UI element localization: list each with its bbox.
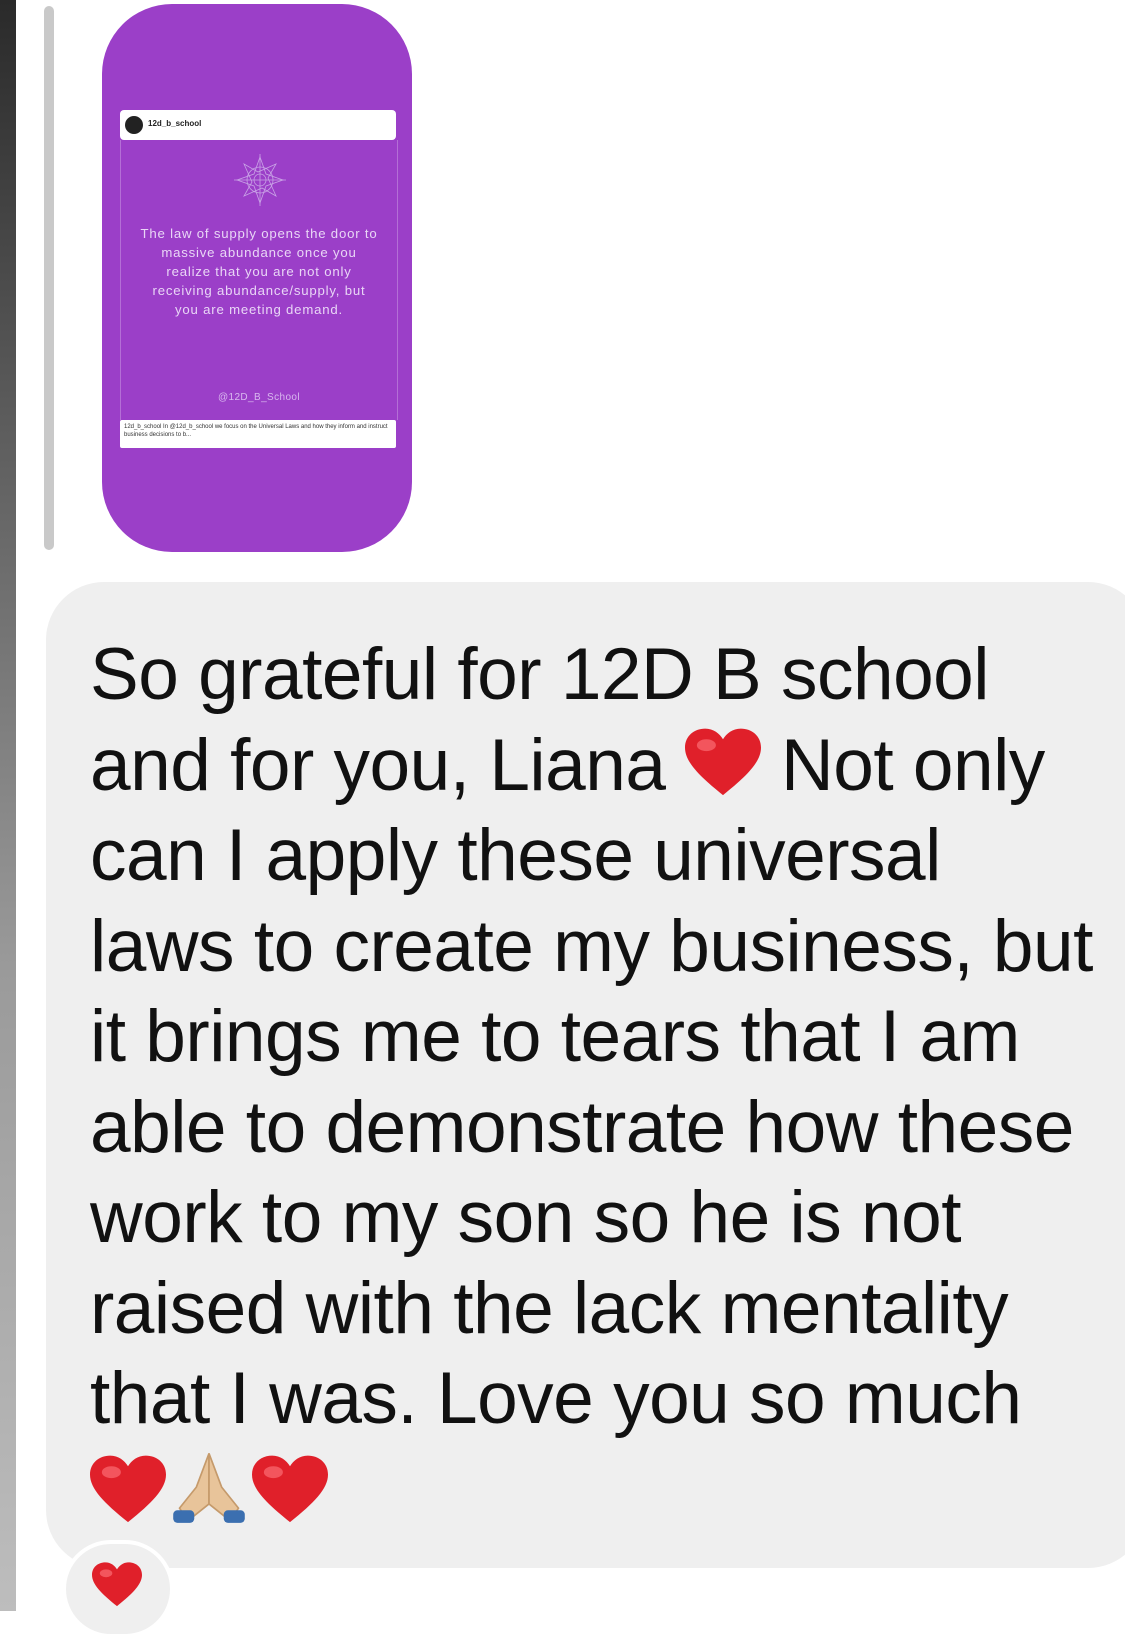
avatar <box>125 116 143 134</box>
reply-indicator-bar <box>44 6 54 550</box>
caption-text: 12d_b_school In @12d_b_school we focus o… <box>124 424 388 438</box>
mandala-icon <box>234 154 286 206</box>
reaction-badge[interactable] <box>62 1540 174 1638</box>
post-caption: 12d_b_school In @12d_b_school we focus o… <box>120 420 396 448</box>
post-handle: 12d_b_school <box>148 119 202 128</box>
post-watermark: @12D_B_School <box>217 392 301 403</box>
message-part-2: Not only can I apply these universal law… <box>90 724 1093 1440</box>
shared-story-card[interactable]: 12d_b_school The law of supply opens the… <box>102 4 412 552</box>
red-heart-icon <box>685 728 762 795</box>
red-heart-icon <box>252 1455 328 1522</box>
red-heart-icon <box>92 1562 142 1607</box>
post-quote: The law of supply opens the door to mass… <box>140 226 378 317</box>
post-image: The law of supply opens the door to mass… <box>120 140 398 420</box>
red-heart-icon <box>90 1455 166 1522</box>
message-text: So grateful for 12D B school and for you… <box>90 630 1100 1538</box>
post-header[interactable]: 12d_b_school <box>120 110 396 140</box>
screen-edge <box>0 0 16 1611</box>
folded-hands-icon <box>173 1452 245 1523</box>
